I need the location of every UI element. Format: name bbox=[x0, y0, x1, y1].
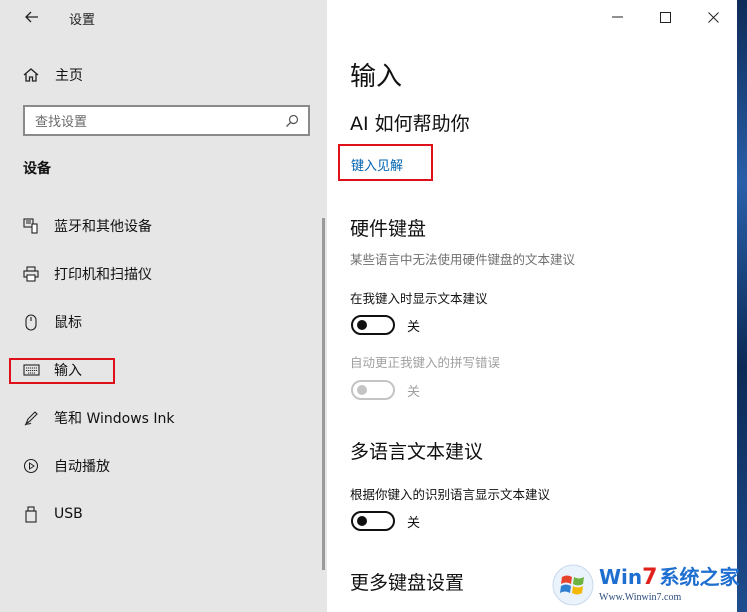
show-suggestions-label: 在我键入时显示文本建议 bbox=[350, 291, 488, 306]
minimize-button[interactable] bbox=[593, 0, 641, 34]
toggle-knob bbox=[357, 516, 367, 526]
nav-item-bluetooth[interactable]: 蓝牙和其他设备 bbox=[0, 202, 327, 250]
back-button[interactable] bbox=[18, 6, 46, 28]
left-scrollbar[interactable] bbox=[322, 218, 325, 570]
minimize-icon bbox=[611, 16, 623, 18]
mouse-icon bbox=[22, 313, 40, 331]
typing-insights-link[interactable]: 键入见解 bbox=[351, 155, 403, 174]
watermark: Win 7 系统之家 Www.Winwin7.com bbox=[551, 558, 747, 612]
nav-label: 打印机和扫描仪 bbox=[54, 267, 152, 283]
watermark-url: Www.Winwin7.com bbox=[599, 592, 682, 603]
autocorrect-toggle-row: 关 bbox=[351, 380, 420, 400]
content-pane: 输入 AI 如何帮助你 键入见解 硬件键盘 某些语言中无法使用硬件键盘的文本建议… bbox=[327, 0, 737, 612]
back-arrow-icon bbox=[25, 11, 38, 23]
settings-window: 设置 主页 查找设置 设备 蓝牙和其他设备 打印机和扫描仪 鼠标 输入 笔和 W… bbox=[0, 0, 737, 612]
autoplay-icon bbox=[22, 457, 40, 475]
watermark-brand: Win bbox=[599, 565, 643, 589]
close-button[interactable] bbox=[689, 0, 737, 34]
printer-icon bbox=[22, 265, 40, 283]
nav-label: 蓝牙和其他设备 bbox=[54, 219, 152, 235]
nav-item-autoplay[interactable]: 自动播放 bbox=[0, 442, 327, 490]
search-input[interactable]: 查找设置 bbox=[35, 111, 284, 130]
left-pane: 设置 主页 查找设置 设备 蓝牙和其他设备 打印机和扫描仪 鼠标 输入 笔和 W… bbox=[0, 0, 327, 612]
window-title: 设置 bbox=[69, 13, 96, 28]
nav-item-mouse[interactable]: 鼠标 bbox=[0, 298, 327, 346]
multilingual-toggle[interactable] bbox=[351, 511, 395, 531]
nav-list: 蓝牙和其他设备 打印机和扫描仪 鼠标 输入 笔和 Windows Ink 自动播… bbox=[0, 202, 327, 538]
autocorrect-toggle bbox=[351, 380, 395, 400]
nav-label: 输入 bbox=[54, 363, 82, 379]
show-suggestions-state: 关 bbox=[407, 319, 421, 335]
nav-label: 鼠标 bbox=[54, 315, 82, 331]
multilingual-toggle-row: 关 bbox=[351, 511, 420, 531]
page-title: 输入 bbox=[350, 62, 403, 92]
autocorrect-state: 关 bbox=[407, 384, 421, 400]
maximize-button[interactable] bbox=[641, 0, 689, 34]
bluetooth-devices-icon bbox=[22, 217, 40, 235]
home-icon bbox=[23, 68, 39, 82]
toggle-knob bbox=[357, 320, 367, 330]
hardware-keyboard-heading: 硬件键盘 bbox=[350, 218, 427, 240]
toggle-knob bbox=[357, 385, 367, 395]
nav-item-printers[interactable]: 打印机和扫描仪 bbox=[0, 250, 327, 298]
home-label: 主页 bbox=[55, 68, 83, 84]
windows-logo-icon bbox=[552, 564, 594, 606]
close-icon bbox=[707, 11, 719, 23]
multilingual-heading: 多语言文本建议 bbox=[350, 441, 484, 463]
home-nav-item[interactable]: 主页 bbox=[22, 64, 83, 86]
nav-label: 笔和 Windows Ink bbox=[54, 411, 175, 427]
window-controls bbox=[593, 0, 737, 34]
pen-icon bbox=[22, 409, 40, 427]
nav-item-usb[interactable]: USB bbox=[0, 490, 327, 538]
multilingual-state: 关 bbox=[407, 515, 421, 531]
autocorrect-label: 自动更正我键入的拼写错误 bbox=[350, 355, 501, 370]
search-box[interactable]: 查找设置 bbox=[23, 105, 310, 136]
ai-heading: AI 如何帮助你 bbox=[350, 113, 470, 135]
show-suggestions-toggle-row: 关 bbox=[351, 315, 420, 335]
keyboard-icon bbox=[22, 361, 40, 379]
section-title: 设备 bbox=[23, 161, 51, 177]
nav-label: 自动播放 bbox=[54, 459, 110, 475]
more-keyboard-settings-heading: 更多键盘设置 bbox=[350, 572, 465, 594]
nav-label: USB bbox=[54, 506, 83, 522]
search-icon[interactable] bbox=[284, 113, 300, 129]
hardware-keyboard-desc: 某些语言中无法使用硬件键盘的文本建议 bbox=[350, 252, 576, 267]
maximize-icon bbox=[659, 11, 671, 23]
show-suggestions-toggle[interactable] bbox=[351, 315, 395, 335]
nav-item-typing[interactable]: 输入 bbox=[0, 346, 327, 394]
usb-icon bbox=[22, 505, 40, 523]
multilingual-label: 根据你键入的识别语言显示文本建议 bbox=[350, 487, 551, 502]
watermark-brand-name: 系统之家 bbox=[659, 565, 740, 589]
desktop-background bbox=[737, 0, 747, 612]
watermark-brand-number: 7 bbox=[642, 565, 658, 590]
nav-item-pen[interactable]: 笔和 Windows Ink bbox=[0, 394, 327, 442]
